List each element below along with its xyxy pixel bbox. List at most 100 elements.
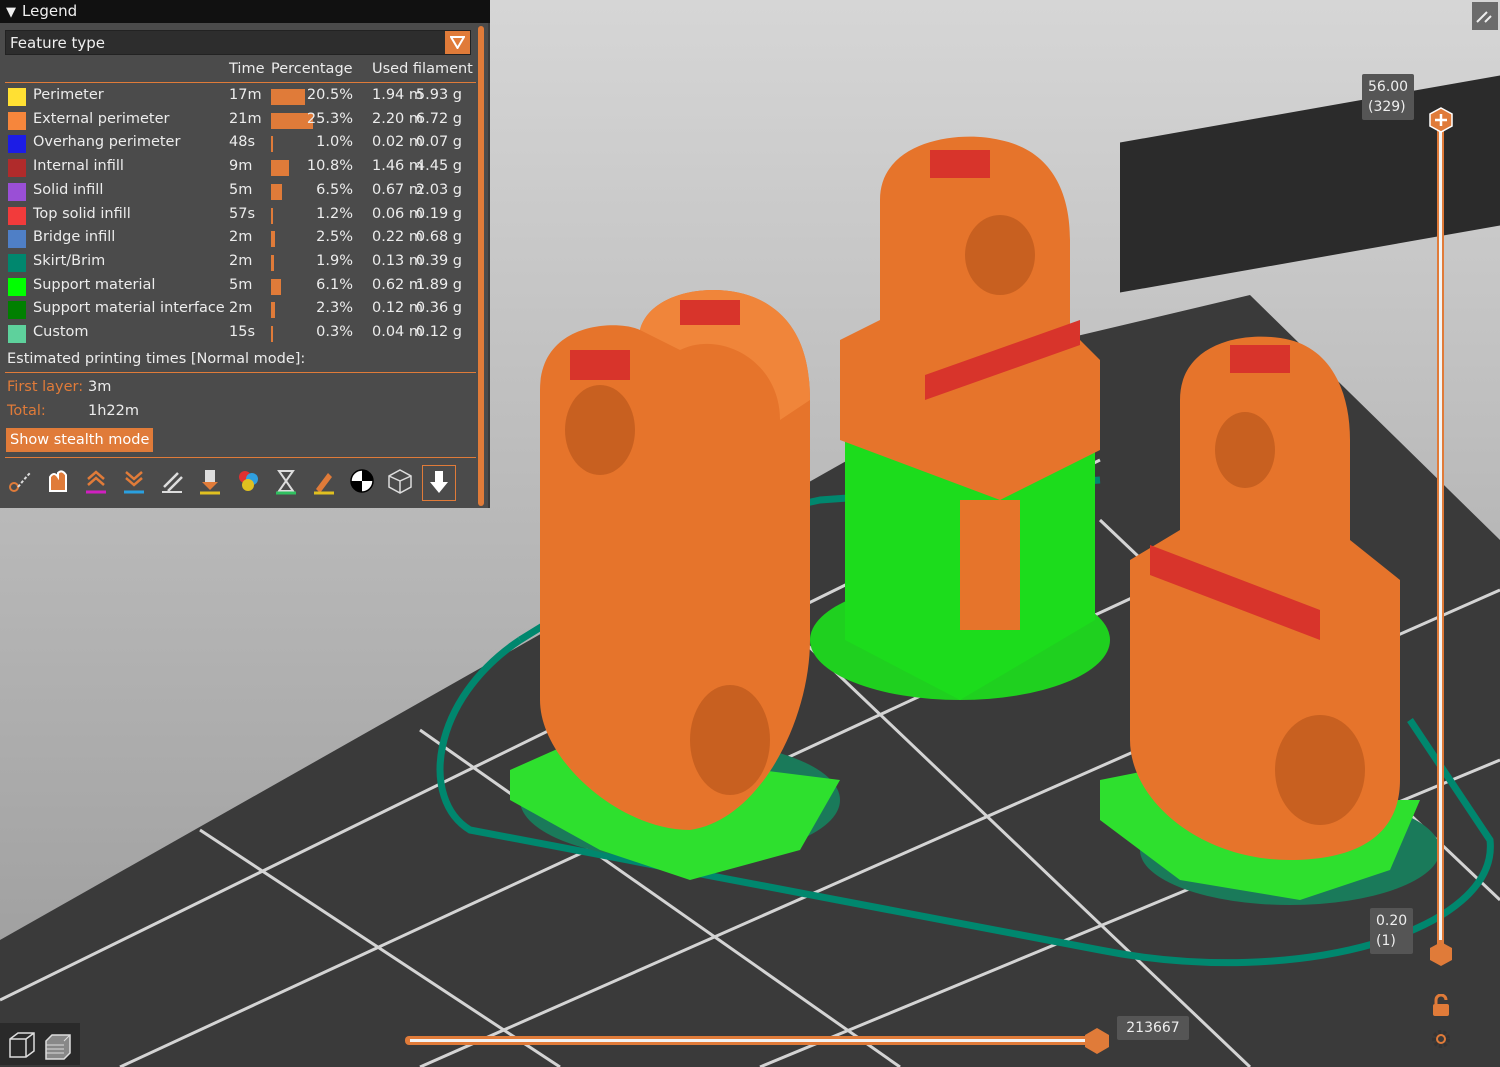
shells-icon[interactable] [384, 465, 416, 499]
legend-row[interactable]: Internal infill 9m 10.8% 1.46 m 4.45 g [0, 156, 480, 179]
retractions-icon[interactable] [80, 465, 112, 499]
percentage-bar [271, 278, 281, 295]
feature-percentage: 10.8% [306, 158, 353, 175]
legend-row[interactable]: Top solid infill 57s 1.2% 0.06 m 0.19 g [0, 204, 480, 227]
feature-name: Custom [33, 324, 89, 340]
feature-percentage: 2.5% [316, 229, 353, 246]
feature-name: Top solid infill [33, 205, 131, 222]
feature-name: Bridge infill [33, 229, 116, 246]
bottom-thumb-label: 0.20 (1) [1370, 908, 1414, 954]
tool-marker-icon[interactable] [422, 465, 456, 501]
unlock-icon[interactable] [1430, 994, 1452, 1018]
feature-percentage: 25.3% [306, 110, 353, 127]
feature-percentage: 6.5% [316, 181, 353, 198]
legend-row[interactable]: Support material interface 2m 2.3% 0.12 m 0.… [0, 298, 480, 321]
feature-time: 17m [229, 87, 262, 103]
legend-row[interactable]: External perimeter 21m 25.3% 2.20 m 6.72 g [0, 109, 480, 132]
feature-name: Internal infill [33, 158, 124, 175]
total-value: 1h22m [88, 403, 139, 419]
feature-percentage: 0.3% [316, 324, 353, 340]
legend-header[interactable]: ▼ Legend [0, 0, 490, 23]
legend-row[interactable]: Support material 5m 6.1% 0.62 m 1.89 g [0, 275, 480, 298]
first-layer-label: First layer: [7, 379, 84, 395]
show-stealth-mode-button[interactable]: Show stealth mode [6, 428, 154, 452]
color-swatch [8, 182, 26, 201]
feature-time: 15s [229, 324, 256, 340]
feature-time: 2m [229, 229, 253, 246]
wipe-icon[interactable] [42, 465, 74, 499]
color-swatch [8, 301, 26, 320]
3d-view-icon[interactable] [6, 1029, 38, 1061]
color-swatch [8, 325, 26, 343]
feature-percentage: 1.9% [316, 252, 353, 269]
color-swatch [8, 277, 26, 296]
feature-percentage: 20.5% [306, 87, 353, 103]
combo-dropdown-button[interactable] [445, 31, 470, 54]
move-slider-value: 213667 [1117, 1016, 1189, 1040]
travel-icon[interactable] [4, 465, 36, 499]
percentage-bar [271, 136, 273, 153]
feature-time: 21m [229, 110, 262, 127]
percentage-bar [271, 231, 275, 248]
color-swatch [8, 253, 26, 272]
legend-row[interactable]: Custom 15s 0.3% 0.04 m 0.12 g [0, 322, 480, 345]
top-thumb-layer: (329) [1368, 99, 1406, 115]
feature-weight: 4.45 g [415, 158, 462, 175]
feature-weight: 1.89 g [415, 276, 462, 293]
feature-time: 2m [229, 252, 253, 269]
pause-icon[interactable] [270, 465, 302, 499]
seams-icon[interactable] [156, 465, 188, 499]
preview-layers-icon[interactable] [42, 1029, 74, 1061]
view-buttons [0, 1023, 80, 1065]
custom-gcode-icon[interactable] [308, 465, 340, 499]
color-changes-icon[interactable] [232, 465, 264, 499]
feature-time: 57s [229, 205, 256, 222]
feature-time: 2m [229, 300, 253, 317]
feature-weight: 2.03 g [415, 181, 462, 198]
feature-time: 9m [229, 158, 253, 175]
move-slider-thumb-icon[interactable] [1083, 1027, 1111, 1055]
percentage-bar [271, 302, 275, 319]
bottom-thumb-height: 0.20 [1376, 913, 1408, 929]
legend-row[interactable]: Solid infill 5m 6.5% 0.67 m 2.03 g [0, 180, 480, 203]
feature-weight: 5.93 g [415, 87, 462, 103]
feature-weight: 0.07 g [415, 134, 462, 151]
bottom-thumb-icon[interactable] [1428, 941, 1454, 967]
feature-name: Perimeter [33, 87, 104, 103]
percentage-bar [271, 326, 273, 342]
settings-gear-icon[interactable] [1429, 1027, 1453, 1051]
feature-name: Skirt/Brim [33, 252, 106, 269]
view-type-combo[interactable]: Feature type [5, 30, 471, 55]
legend-row[interactable]: Bridge infill 2m 2.5% 0.22 m 0.68 g [0, 227, 480, 250]
color-swatch [8, 206, 26, 225]
legend-row[interactable]: Perimeter 17m 20.5% 1.94 m 5.93 g [0, 85, 480, 108]
double-chevron-icon [1476, 11, 1492, 23]
color-swatch [8, 111, 26, 130]
tool-changes-icon[interactable] [194, 465, 226, 499]
center-of-gravity-icon[interactable] [346, 465, 378, 499]
feature-weight: 0.39 g [415, 252, 462, 269]
feature-time: 48s [229, 134, 256, 151]
color-swatch [8, 135, 26, 154]
percentage-bar [271, 207, 273, 224]
legend-row[interactable]: Skirt/Brim 2m 1.9% 0.13 m 0.39 g [0, 251, 480, 274]
legend-panel: ▼ Legend Feature type Time Percentage Use… [0, 0, 490, 508]
feature-weight: 0.12 g [415, 324, 462, 340]
feature-percentage: 1.0% [316, 134, 353, 151]
column-header-used-filament: Used filament [372, 61, 473, 77]
collapse-triangle-icon[interactable]: ▼ [6, 1, 16, 24]
deretractions-icon[interactable] [118, 465, 150, 499]
top-thumb-plus-icon[interactable] [1428, 107, 1454, 133]
feature-time: 5m [229, 276, 253, 293]
column-header-percentage: Percentage [271, 61, 353, 77]
feature-weight: 0.36 g [415, 300, 462, 317]
feature-name: Solid infill [33, 181, 104, 198]
estimated-times-label: Estimated printing times [Normal mode]: [7, 351, 306, 367]
color-swatch [8, 230, 26, 249]
legend-row[interactable]: Overhang perimeter 48s 1.0% 0.02 m 0.07 g [0, 132, 480, 155]
collapse-sidebar-button[interactable] [1472, 2, 1498, 30]
top-thumb-height: 56.00 [1368, 79, 1409, 95]
header-separator [5, 82, 476, 83]
percentage-bar [271, 254, 274, 271]
feature-weight: 0.19 g [415, 205, 462, 222]
